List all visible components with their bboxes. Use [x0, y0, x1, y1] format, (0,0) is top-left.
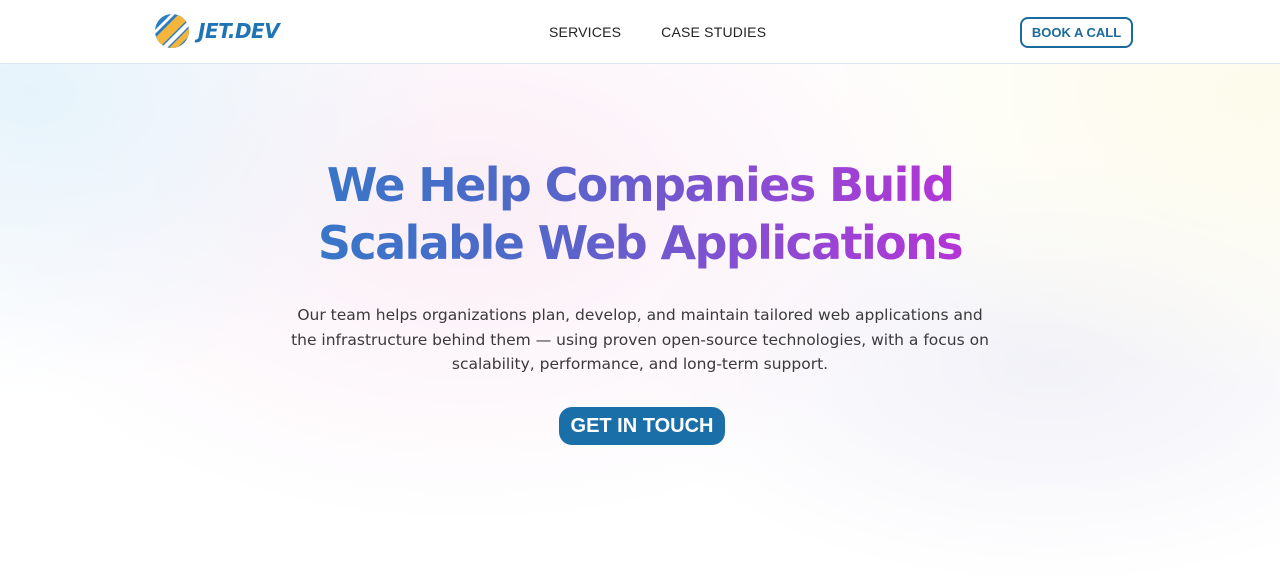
- book-a-call-button[interactable]: BOOK A CALL: [1020, 17, 1133, 48]
- hero-section: We Help Companies Build Scalable Web App…: [0, 64, 1280, 584]
- hero-headline: We Help Companies Build Scalable Web App…: [240, 156, 1040, 272]
- nav-item-case-studies[interactable]: CASE STUDIES: [661, 22, 766, 42]
- get-in-touch-button[interactable]: GET IN TOUCH: [559, 407, 725, 445]
- brand-name: JET.DEV: [198, 19, 280, 43]
- main-nav: SERVICES CASE STUDIES: [549, 22, 766, 42]
- hero-subtitle: Our team helps organizations plan, devel…: [291, 306, 989, 373]
- logo-link[interactable]: JET.DEV: [154, 13, 280, 49]
- jet-logo-icon: [155, 14, 189, 48]
- hero-headline-line-1: We Help Companies Build: [326, 158, 954, 212]
- hero-headline-line-2: Scalable Web Applications: [317, 216, 963, 270]
- site-header: JET.DEV SERVICES CASE STUDIES BOOK A CAL…: [0, 0, 1280, 64]
- nav-item-services[interactable]: SERVICES: [549, 22, 621, 42]
